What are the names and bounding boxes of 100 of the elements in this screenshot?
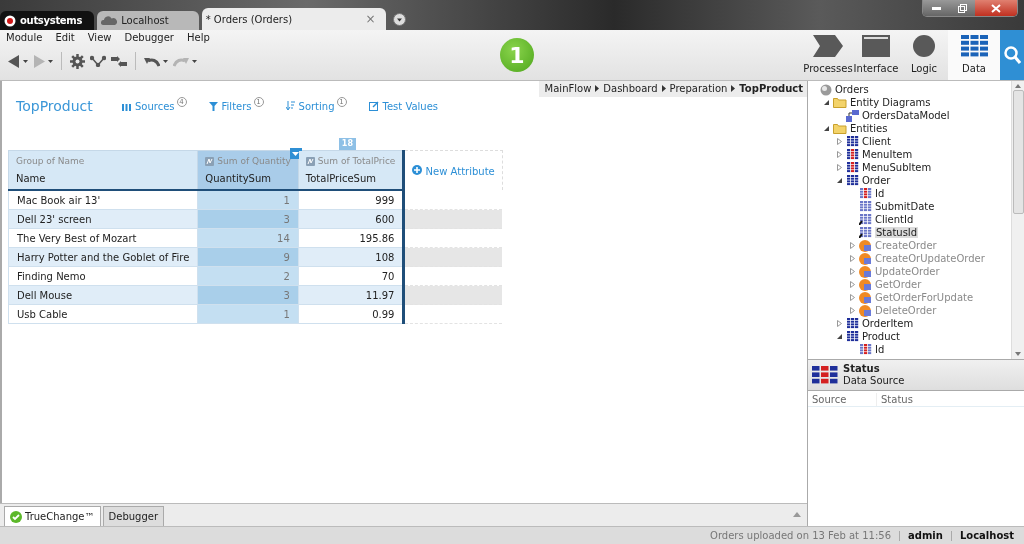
tree-item[interactable]: Id (875, 188, 885, 199)
step-badge: 1 (500, 38, 534, 72)
dropdown-button[interactable] (163, 59, 168, 63)
dropdown-button[interactable] (48, 59, 53, 63)
menu-item[interactable]: Edit (55, 32, 75, 45)
expand-arrow-icon[interactable] (849, 281, 856, 288)
dropdown-button[interactable] (192, 59, 197, 63)
expand-arrow-icon[interactable] (849, 242, 856, 249)
tree-item[interactable]: OrderItem (862, 318, 914, 329)
redo-icon (173, 55, 189, 67)
menu-item[interactable]: Help (187, 32, 210, 45)
close-window-button[interactable] (975, 0, 1017, 16)
collapse-arrow-icon[interactable] (836, 177, 843, 184)
expand-arrow-icon[interactable] (836, 320, 843, 327)
breadcrumb-link[interactable]: TopProduct (739, 83, 803, 94)
undo-button[interactable] (144, 55, 160, 67)
tree-item[interactable]: Entity Diagrams (850, 97, 931, 108)
caret-icon (192, 59, 197, 63)
document-tab[interactable]: outsystems (0, 11, 95, 30)
expand-arrow-icon[interactable] (849, 268, 856, 275)
action-icon (859, 239, 872, 252)
expand-arrow-icon[interactable] (849, 255, 856, 262)
tree-item[interactable]: MenuItem (862, 149, 913, 160)
tree-item[interactable]: DeleteOrder (875, 305, 937, 316)
expand-arrow-icon[interactable] (836, 164, 843, 171)
tree-item[interactable]: Client (862, 136, 891, 147)
tree-item[interactable]: CreateOrUpdateOrder (875, 253, 985, 264)
sources-link[interactable]: Sources $^{4}$ (122, 97, 187, 113)
collapse-arrow-icon[interactable] (836, 333, 843, 340)
action-icon (859, 265, 872, 278)
tree-item[interactable]: GetOrder (875, 279, 922, 290)
column-header[interactable]: Sum of Quantity QuantitySum (197, 150, 299, 190)
panel-tab[interactable]: Debugger (102, 506, 165, 526)
minimize-button[interactable] (923, 0, 949, 16)
expand-arrow-icon[interactable] (849, 307, 856, 314)
breadcrumb-link[interactable]: MainFlow (544, 83, 592, 94)
tree-item[interactable]: Order (862, 175, 891, 186)
collapse-arrow-icon[interactable] (823, 99, 830, 106)
menu-item[interactable]: Debugger (124, 32, 174, 45)
grid-icon (960, 35, 988, 57)
aggregate-title: TopProduct (16, 98, 94, 114)
tree-item[interactable]: Orders (835, 84, 869, 95)
column-header[interactable]: Sum of TotalPrice TotalPriceSum (298, 150, 404, 190)
layer-tab[interactable]: Interface (852, 30, 900, 80)
swap-button[interactable] (111, 55, 127, 67)
expand-arrow-icon[interactable] (836, 151, 843, 158)
filters-link[interactable]: Filters $^{1}$ (208, 97, 264, 113)
panel-tab[interactable]: TrueChange™ (4, 506, 101, 526)
test-link[interactable]: Test Values (368, 97, 439, 113)
scroll-up-icon[interactable] (1015, 84, 1021, 88)
tree-item[interactable]: UpdateOrder (875, 266, 940, 277)
layer-tab[interactable]: Data (948, 30, 1000, 80)
tree-item[interactable]: SubmitDate (875, 201, 935, 212)
action-icon (859, 291, 872, 304)
branch-button[interactable] (90, 55, 106, 67)
scrollbar[interactable] (1011, 81, 1024, 359)
column-header[interactable]: Group of Name Name (8, 150, 198, 190)
tree-item[interactable]: MenuSubItem (862, 162, 932, 173)
tree-item[interactable]: Id (875, 344, 885, 355)
document-tab[interactable]: * Orders (Orders) × (201, 8, 386, 30)
menu-item[interactable]: Module (6, 32, 43, 45)
edit-icon (368, 101, 379, 111)
breadcrumb-link[interactable]: Preparation (669, 83, 728, 94)
expand-arrow-icon[interactable] (849, 294, 856, 301)
new-attribute-button[interactable]: New Attribute (403, 150, 503, 190)
dropdown-button[interactable] (23, 59, 28, 63)
layer-tab[interactable]: Logic (900, 30, 948, 80)
caret-icon (292, 151, 300, 156)
gear-button[interactable] (70, 53, 85, 69)
tree-item[interactable]: OrdersDataModel (862, 110, 950, 121)
table-icon (846, 175, 859, 186)
menu-item[interactable]: View (87, 32, 112, 45)
tree-item[interactable]: GetOrderForUpdate (875, 292, 974, 303)
collapse-arrow-icon[interactable] (823, 125, 830, 132)
sorting-link[interactable]: Sorting $^{1}$ (285, 97, 347, 113)
action-icon (859, 278, 872, 291)
dropdown-icon[interactable] (392, 13, 406, 26)
table-icon (846, 149, 859, 160)
tree-item[interactable]: StatusId (875, 227, 919, 238)
tree-item[interactable]: CreateOrder (875, 240, 937, 251)
scroll-down-icon[interactable] (1015, 352, 1021, 356)
chevron-icon (731, 85, 736, 92)
tree-item[interactable]: Entities (850, 123, 888, 134)
expand-arrow-icon[interactable] (836, 138, 843, 145)
close-tab-button[interactable]: × (365, 12, 376, 26)
restore-button[interactable] (949, 0, 975, 16)
tree-item[interactable]: ClientId (875, 214, 914, 225)
search-button[interactable] (1000, 30, 1024, 80)
document-tab[interactable]: Localhost (97, 11, 199, 30)
back-button[interactable] (8, 54, 20, 68)
status-text: Localhost (959, 530, 1014, 541)
breadcrumb-link[interactable]: Dashboard (603, 83, 658, 94)
sort-icon (285, 101, 295, 111)
expand-panel-icon[interactable] (793, 512, 801, 517)
tree-item[interactable]: Product (862, 331, 900, 342)
layer-tab[interactable]: Processes (804, 30, 852, 80)
table-icon (846, 136, 859, 147)
table-icon (846, 318, 859, 329)
aggregate-icon (205, 156, 215, 166)
caret-icon (48, 59, 53, 63)
